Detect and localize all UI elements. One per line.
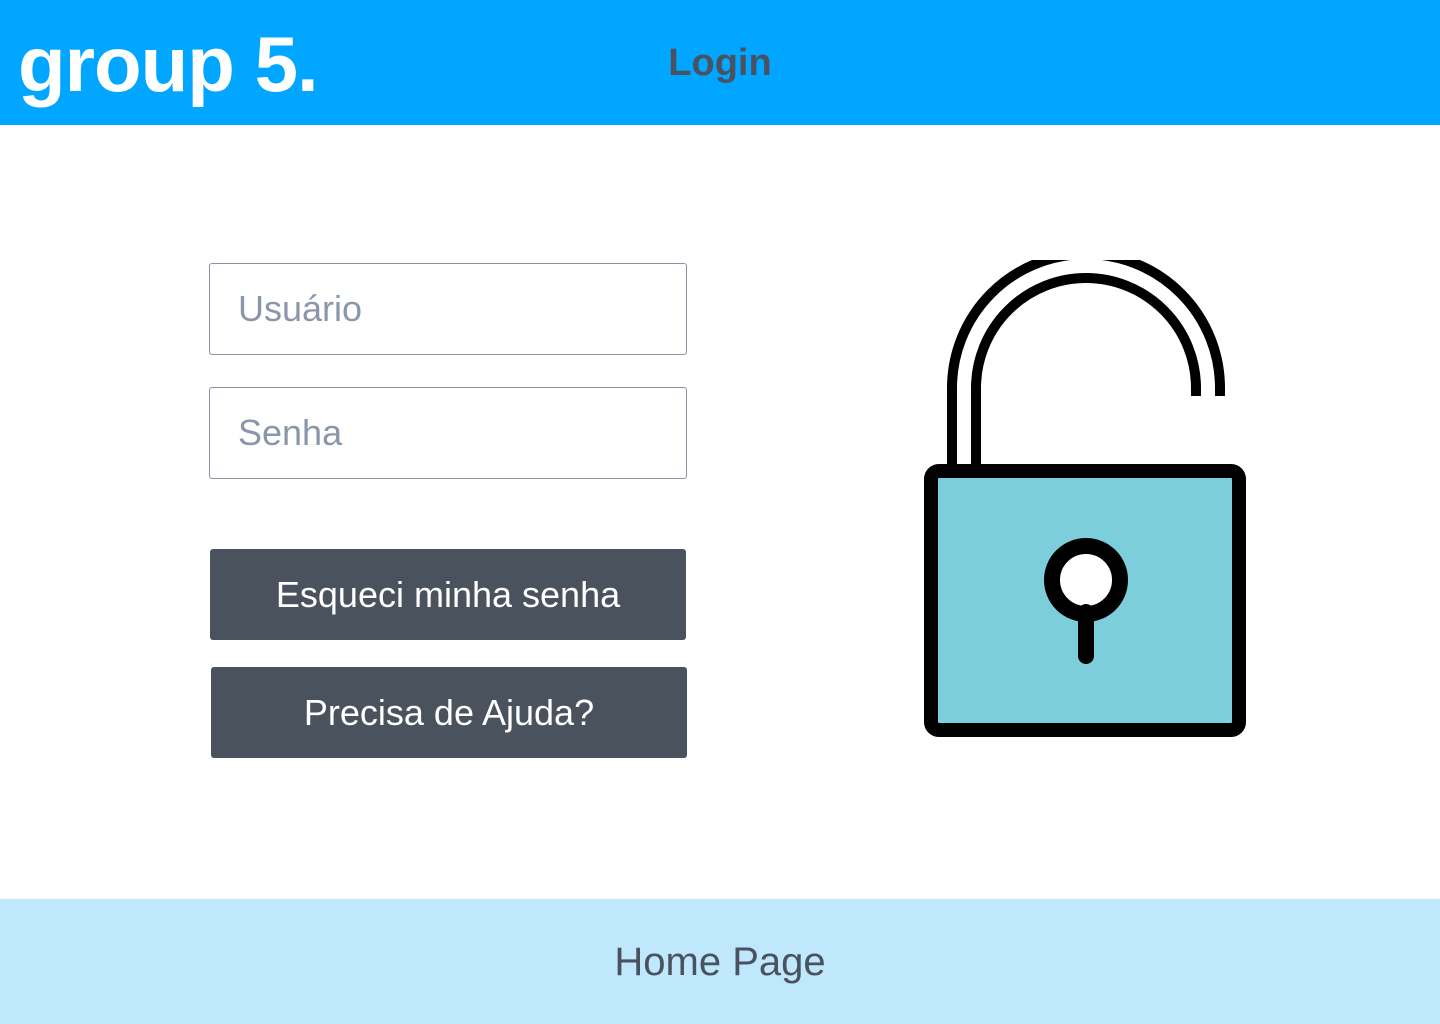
password-input[interactable] [209, 387, 687, 479]
username-input[interactable] [209, 263, 687, 355]
top-header-bar: group 5. Login [0, 0, 1440, 125]
page-title: Login [668, 42, 772, 84]
footer-bar: Home Page [0, 899, 1440, 1024]
unlocked-padlock-icon [924, 260, 1246, 737]
forgot-password-button[interactable]: Esqueci minha senha [210, 549, 686, 640]
home-page-link[interactable]: Home Page [0, 937, 1440, 987]
login-page: group 5. Login Esqueci minha senha Preci… [0, 0, 1440, 1024]
help-button[interactable]: Precisa de Ajuda? [211, 667, 687, 758]
padlock-keyhole [1044, 538, 1128, 622]
padlock-shackle-inner [957, 260, 1215, 470]
